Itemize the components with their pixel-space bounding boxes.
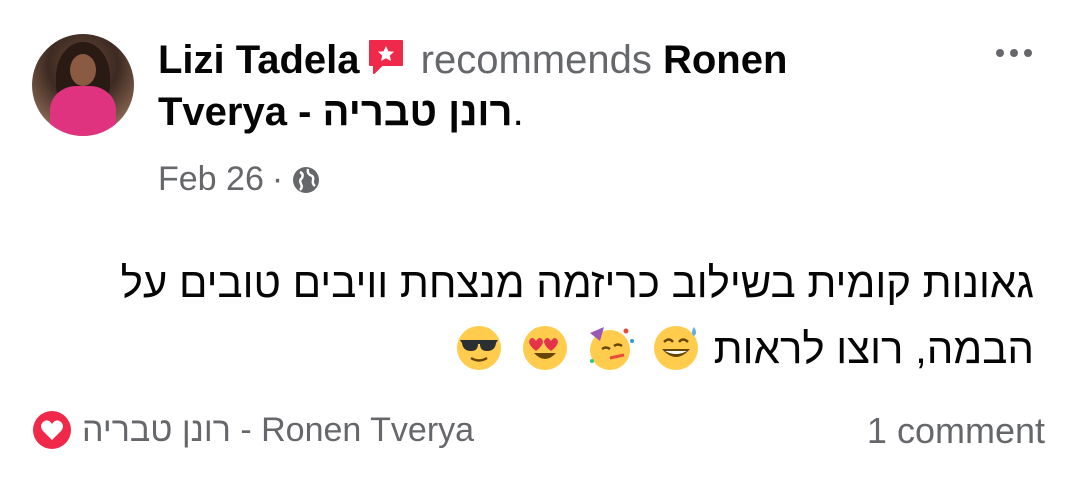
post-date[interactable]: Feb 26 [158,160,264,199]
sweat-smile-emoji [653,326,698,370]
author-avatar[interactable] [32,34,134,136]
period: . [512,90,524,134]
meta-separator: · [271,160,284,198]
page-name-line2[interactable]: Tverya - רונן טבריה [158,90,513,134]
post-body-line2: הבמה, רוצו לראות [713,325,1034,372]
recommended-page-link[interactable]: רונן טבריה - Ronen Tverya [32,410,474,450]
more-options-icon [996,49,1004,57]
recommend-badge-icon [368,40,403,74]
heart-icon [33,411,71,449]
post-body-line2-row: הבמה, רוצו לראות [24,316,1034,382]
globe-icon[interactable] [291,165,321,195]
action-text: recommends [420,38,652,82]
author-name[interactable]: Lizi Tadela [158,38,360,82]
post-header: Lizi Tadela recommends Ronen Tverya - רו… [158,34,918,138]
recommended-page-name[interactable]: רונן טבריה - Ronen Tverya [82,411,474,450]
more-options-button[interactable] [990,40,1038,66]
post-body-line1: גאונות קומית בשילוב כריזמה מנצחת וויבים … [120,259,1034,306]
post-meta: Feb 26 · [158,160,321,199]
sunglasses-emoji [456,326,501,370]
partying-face-emoji [590,327,635,370]
page-name-line1[interactable]: Ronen [663,38,787,82]
comments-count[interactable]: 1 comment [867,410,1045,452]
post-body: גאונות קומית בשילוב כריזמה מנצחת וויבים … [24,250,1034,382]
heart-eyes-emoji [522,326,567,370]
